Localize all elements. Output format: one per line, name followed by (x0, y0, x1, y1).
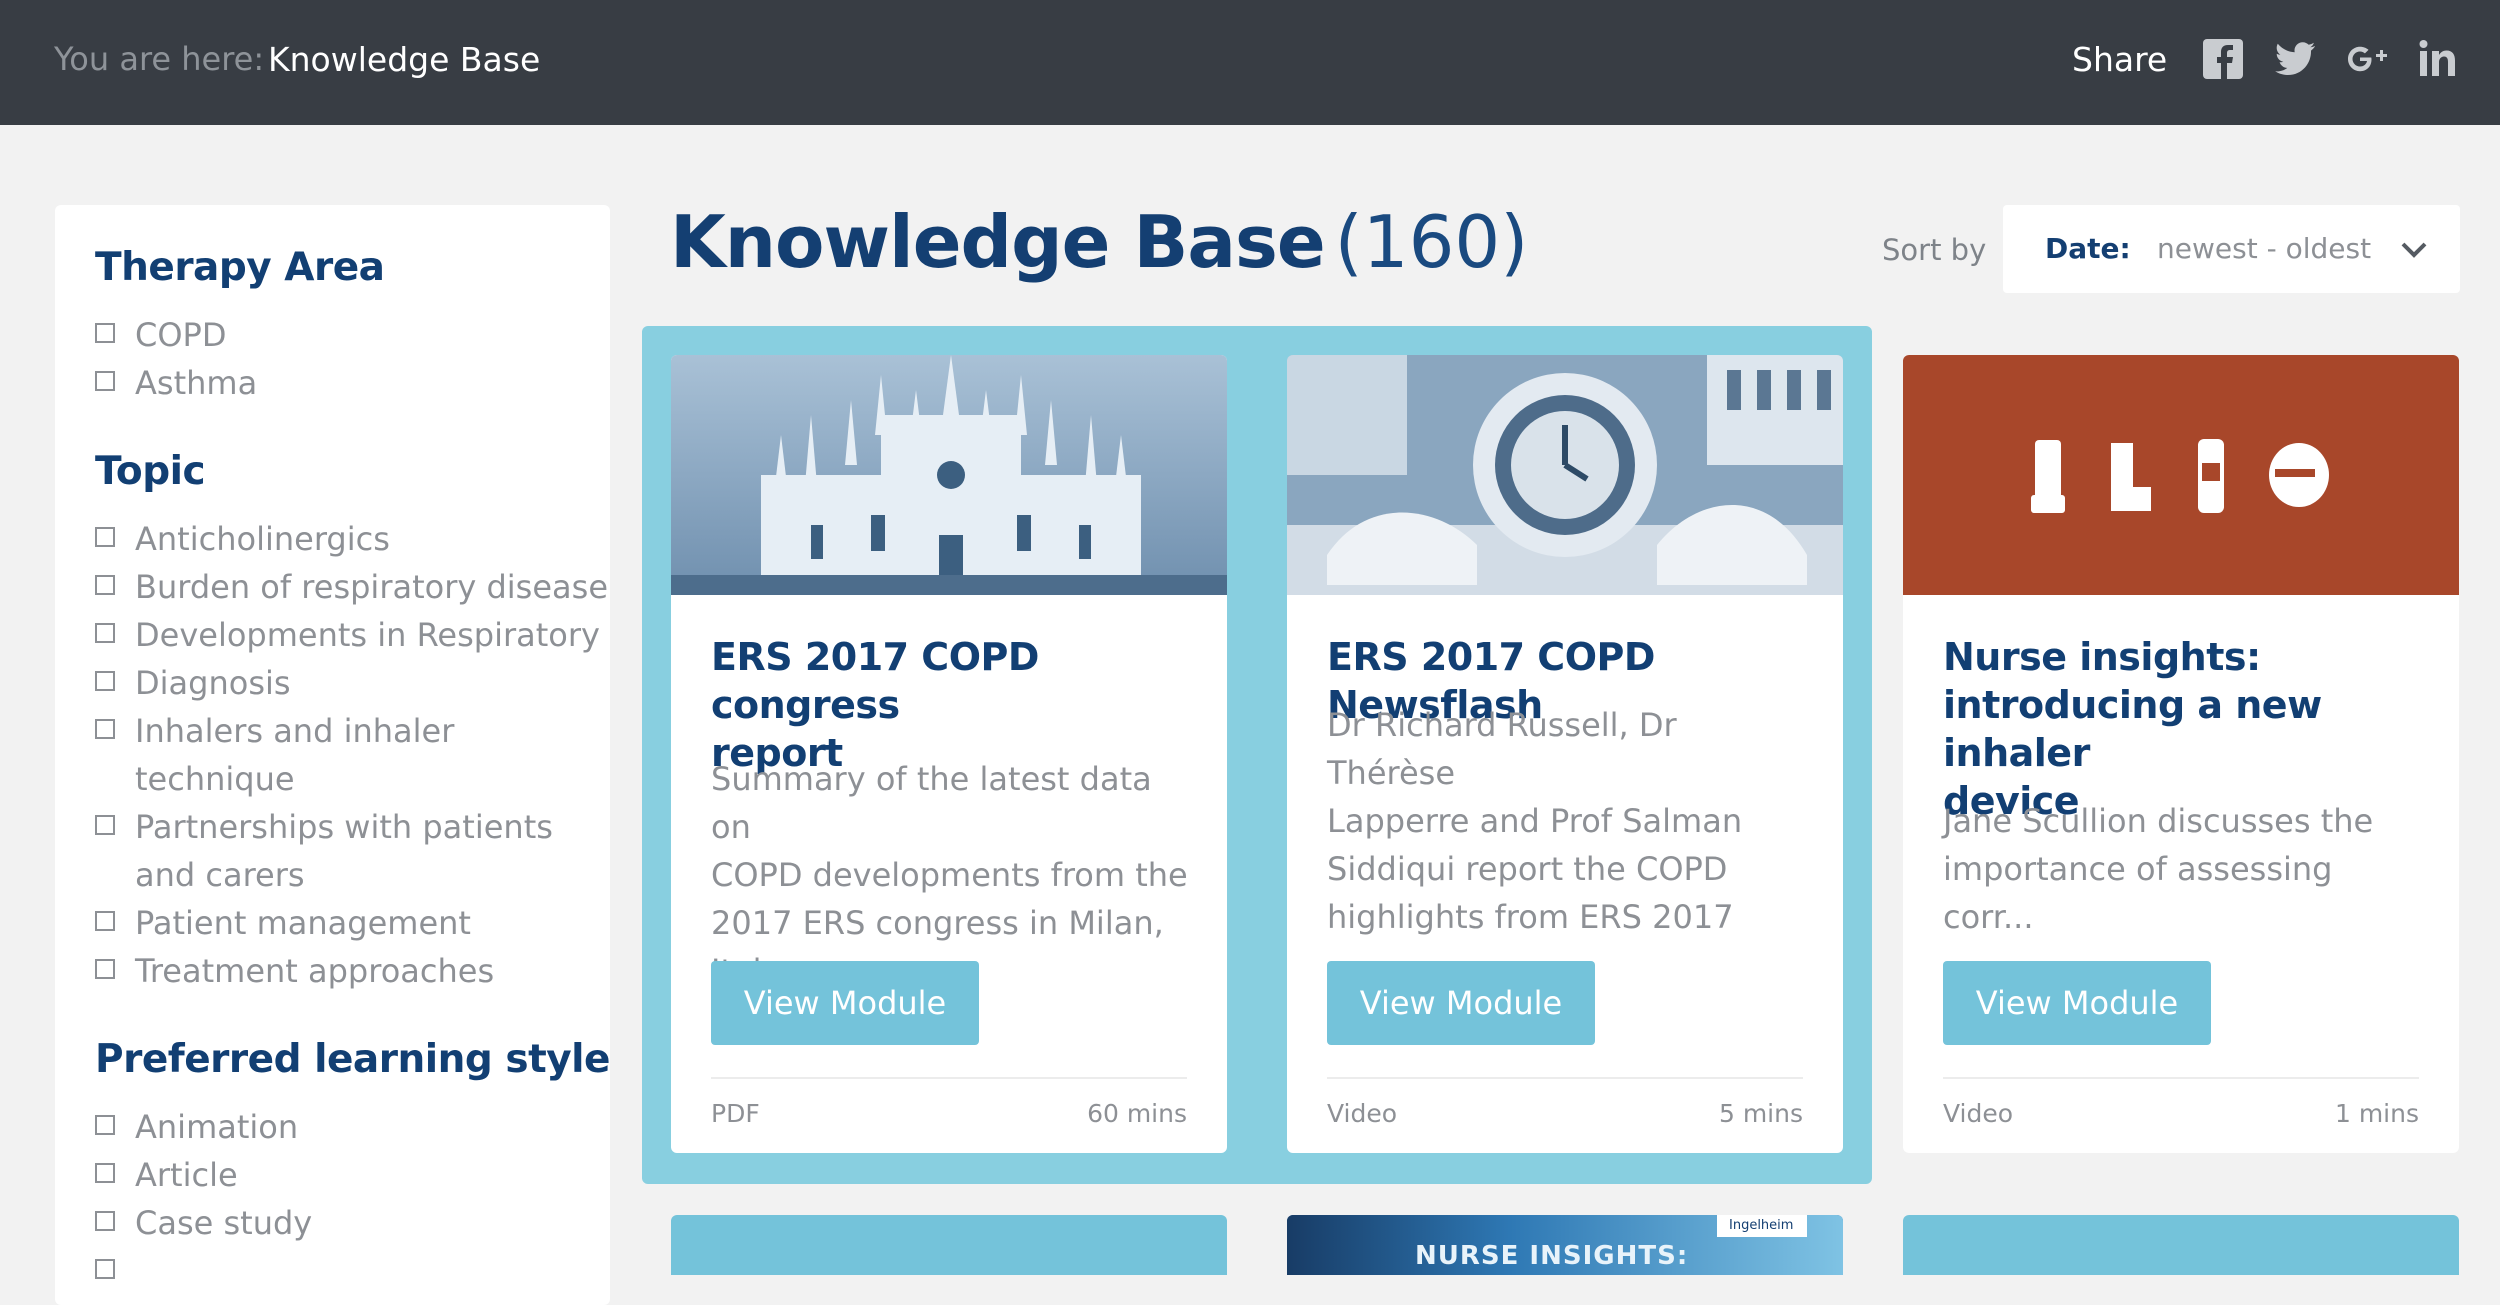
module-card-partial[interactable] (1903, 1215, 2459, 1275)
clock-sculpture-image (1287, 355, 1843, 595)
linkedin-icon[interactable] (2416, 36, 2462, 82)
page-title-text: Knowledge Base (670, 200, 1326, 284)
divider (1327, 1077, 1803, 1079)
checkbox[interactable] (95, 1211, 115, 1231)
module-card-partial[interactable]: NURSE INSIGHTS: Ingelheim (1287, 1215, 1843, 1275)
checkbox[interactable] (95, 1259, 115, 1279)
module-card-partial[interactable] (671, 1215, 1227, 1275)
checkbox[interactable] (95, 527, 115, 547)
breadcrumb-current[interactable]: Knowledge Base (268, 40, 540, 79)
content-type: Video (1327, 1099, 1398, 1128)
filter-title-learning-style: Preferred learning style (95, 1037, 610, 1082)
chevron-down-icon (2401, 242, 2427, 258)
checkbox[interactable] (95, 623, 115, 643)
brand-text: Ingelheim (1729, 1218, 1794, 1233)
page-title: Knowledge Base (160) (670, 200, 1528, 284)
inhaler-devices-image (1903, 355, 2459, 595)
google-plus-icon[interactable] (2344, 36, 2390, 82)
sort-label: Sort by (1882, 233, 1987, 267)
view-module-button[interactable]: View Module (1943, 961, 2211, 1045)
module-card[interactable]: ERS 2017 COPD congress report Summary of … (671, 355, 1227, 1153)
card-description: Jane Scullion discusses the importance of… (1943, 802, 2374, 936)
cathedral-image (671, 355, 1227, 595)
twitter-icon[interactable] (2272, 36, 2318, 82)
view-module-button[interactable]: View Module (1327, 961, 1595, 1045)
duration: 5 mins (1718, 1099, 1803, 1128)
duration: 1 mins (2334, 1099, 2419, 1128)
checkbox[interactable] (95, 1163, 115, 1183)
content-type: Video (1943, 1099, 2014, 1128)
checkbox[interactable] (95, 719, 115, 739)
top-bar: You are here: Knowledge Base Share (0, 0, 2500, 125)
checkbox[interactable] (95, 323, 115, 343)
stub-text: NURSE INSIGHTS: (1415, 1241, 1689, 1271)
share-label: Share (2072, 40, 2168, 79)
card-description: Dr Richard Russell, Dr Thérèse Lapperre a… (1327, 706, 1743, 936)
filter-title-topic: Topic (95, 449, 206, 494)
checkbox[interactable] (95, 371, 115, 391)
facebook-icon[interactable] (2200, 36, 2246, 82)
checkbox[interactable] (95, 815, 115, 835)
module-card[interactable]: ERS 2017 COPD Newsflash Dr Richard Russe… (1287, 355, 1843, 1153)
divider (1943, 1077, 2419, 1079)
checkbox[interactable] (95, 1115, 115, 1135)
duration: 60 mins (1087, 1099, 1187, 1128)
checkbox[interactable] (95, 911, 115, 931)
checkbox[interactable] (95, 575, 115, 595)
filter-title-therapy-area: Therapy Area (95, 245, 385, 290)
sort-dropdown[interactable]: Date: newest - oldest (2003, 205, 2460, 293)
sort-key: Date: (2045, 232, 2131, 265)
module-card[interactable]: Nurse insights: introducing a new inhaler… (1903, 355, 2459, 1153)
card-description: Summary of the latest data on COPD develo… (711, 760, 1188, 990)
divider (711, 1077, 1187, 1079)
result-count: (160) (1334, 200, 1529, 284)
checkbox[interactable] (95, 671, 115, 691)
view-module-button[interactable]: View Module (711, 961, 979, 1045)
filter-sidebar: Therapy Area COPD Asthma Topic Anticholi… (55, 205, 610, 1305)
breadcrumb-label: You are here: (54, 40, 265, 78)
content-type: PDF (711, 1099, 760, 1128)
sort-value: newest - oldest (2157, 232, 2372, 265)
checkbox[interactable] (95, 959, 115, 979)
